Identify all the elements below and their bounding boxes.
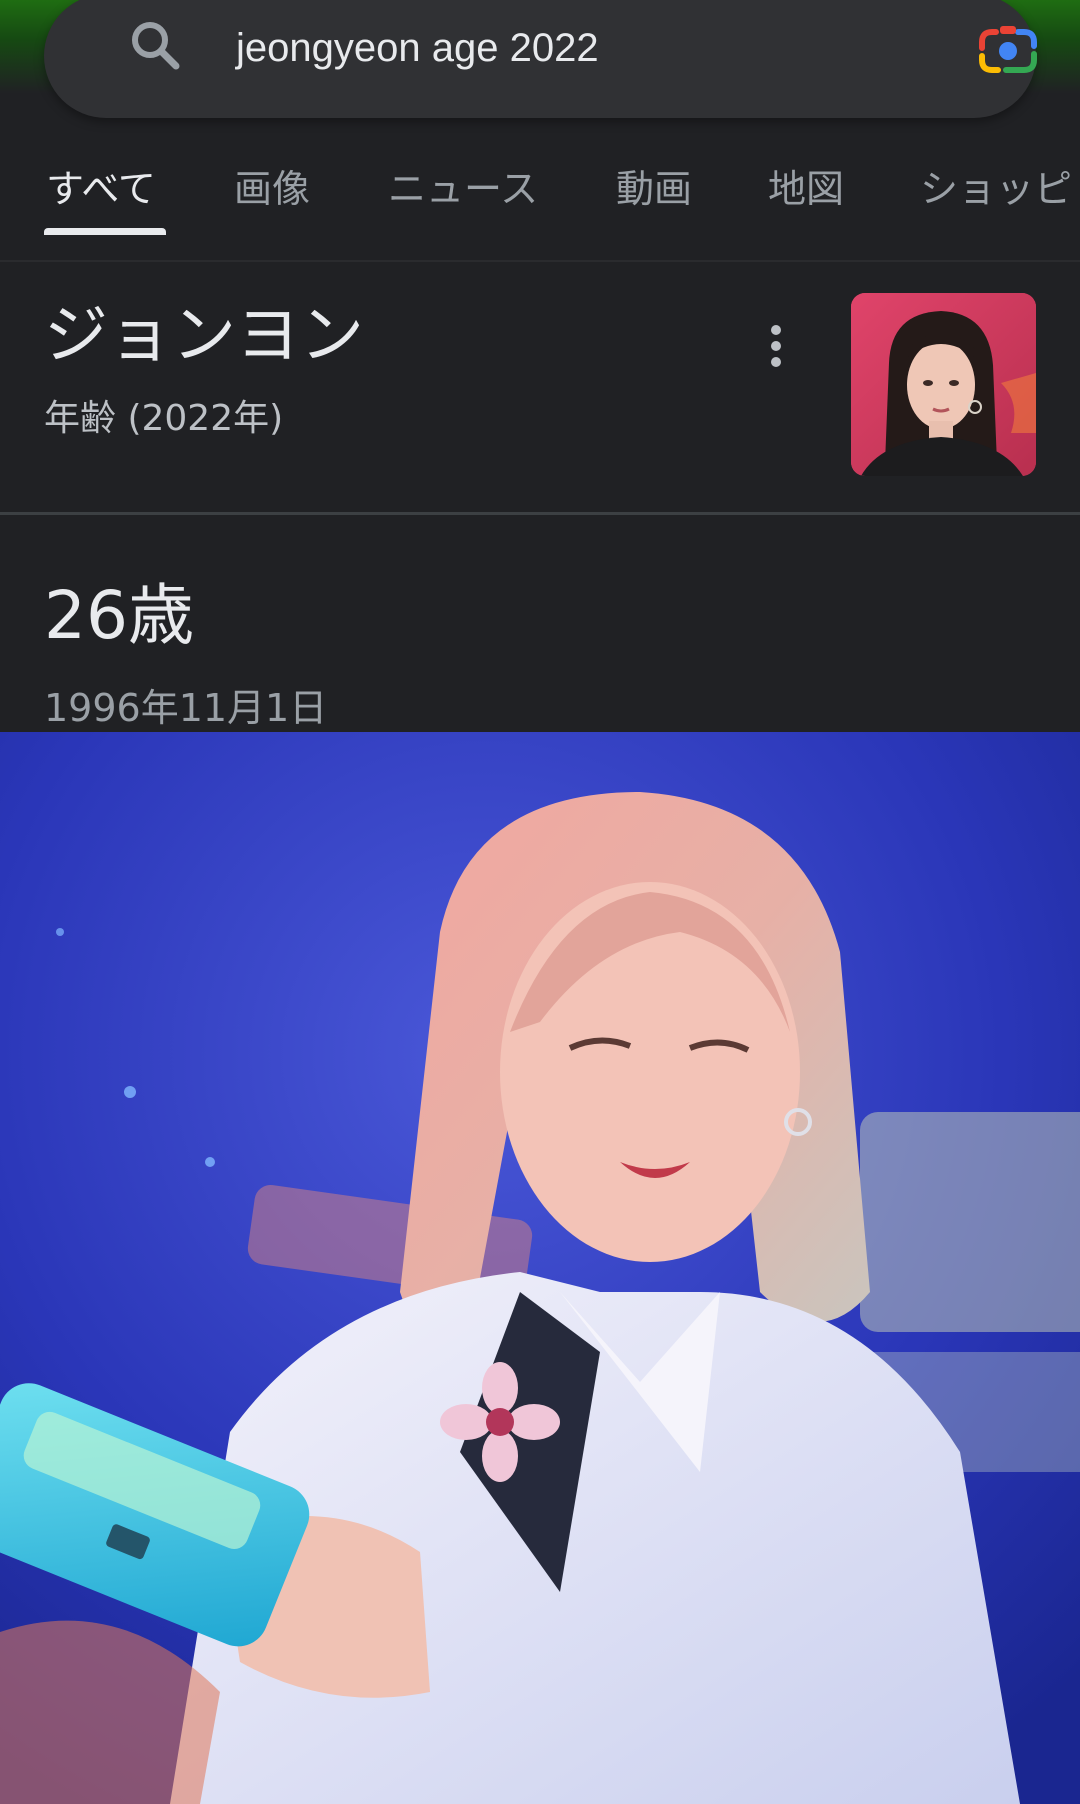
search-bar[interactable]: jeongyeon age 2022 <box>44 0 1037 118</box>
tab-all[interactable]: すべて <box>46 164 156 214</box>
search-results-screen: jeongyeon age 2022 すべて 画像 ニュース 動画 地図 ショッ… <box>0 0 1080 1804</box>
tabs-divider <box>0 260 1080 262</box>
tab-maps[interactable]: 地図 <box>768 164 844 214</box>
entity-name: ジョンヨン <box>44 299 364 373</box>
entity-thumbnail[interactable] <box>851 293 1036 476</box>
tab-shopping[interactable]: ショッピ <box>920 164 1072 214</box>
thumbnail-portrait <box>851 293 1036 476</box>
portrait-photo <box>0 732 1080 1804</box>
tab-videos[interactable]: 動画 <box>616 164 692 214</box>
active-tab-indicator <box>44 228 166 235</box>
search-icon[interactable] <box>128 18 184 74</box>
google-lens-icon[interactable] <box>976 20 1040 78</box>
section-divider <box>0 512 1080 515</box>
more-vert-icon[interactable] <box>756 318 796 374</box>
entity-subtitle: 年齢 (2022年) <box>44 398 284 439</box>
search-tabs: すべて 画像 ニュース 動画 地図 ショッピ <box>0 150 1080 234</box>
search-query-text[interactable]: jeongyeon age 2022 <box>236 20 599 76</box>
tab-news[interactable]: ニュース <box>388 164 538 214</box>
age-answer: 26歳 <box>44 577 194 654</box>
birthdate-text: 1996年11月1日 <box>44 686 328 730</box>
tab-images[interactable]: 画像 <box>234 164 310 214</box>
overlay-photo <box>0 732 1080 1804</box>
